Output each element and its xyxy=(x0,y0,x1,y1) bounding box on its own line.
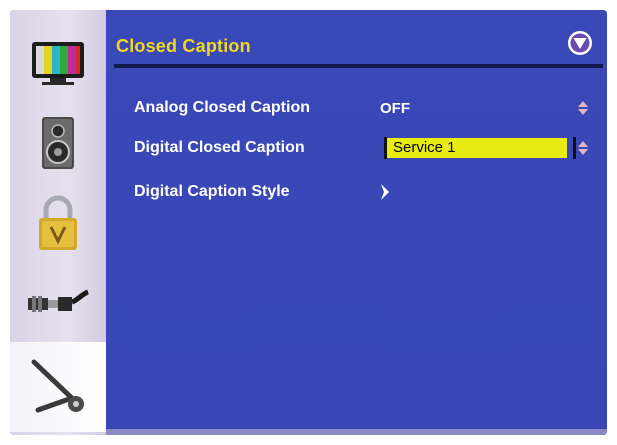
selector-right-bracket xyxy=(573,137,576,159)
menu-item-label: Digital Closed Caption xyxy=(134,139,305,156)
cable-connector-icon xyxy=(28,289,89,312)
menu-item-value: OFF xyxy=(380,99,410,117)
chevron-right-icon[interactable] xyxy=(380,183,390,201)
vizio-logo-icon xyxy=(568,31,592,55)
menu-item-label: Digital Caption Style xyxy=(134,183,290,200)
up-down-arrows-icon[interactable] xyxy=(577,100,589,116)
up-down-arrows-icon[interactable] xyxy=(577,140,589,156)
sidebar-item-picture[interactable] xyxy=(10,22,106,104)
menu-item-digital-closed-caption[interactable]: Digital Closed Caption Service 1 xyxy=(134,135,595,161)
menu-item-digital-caption-style[interactable]: Digital Caption Style xyxy=(134,179,595,205)
speaker-audio-icon xyxy=(42,117,74,169)
tv-picture-icon xyxy=(32,42,84,85)
menu-sidebar xyxy=(10,10,106,435)
page-title: Closed Caption xyxy=(116,36,251,56)
padlock-parental-icon xyxy=(39,195,77,250)
tv-menu-screen: Closed Caption Analog Closed Caption OFF… xyxy=(10,10,607,435)
sidebar-item-setup[interactable] xyxy=(10,342,106,432)
menu-item-label: Analog Closed Caption xyxy=(134,99,310,116)
sidebar-item-input[interactable] xyxy=(10,262,106,344)
menu-item-analog-closed-caption[interactable]: Analog Closed Caption OFF xyxy=(134,95,595,121)
service-selector[interactable]: Service 1 xyxy=(380,136,580,160)
sidebar-item-audio[interactable] xyxy=(10,102,106,184)
header-divider xyxy=(114,64,603,68)
closed-caption-panel: Closed Caption Analog Closed Caption OFF… xyxy=(106,10,607,435)
selected-value-field[interactable]: Service 1 xyxy=(387,138,567,158)
tools-setup-icon xyxy=(31,359,84,413)
panel-bottom-edge xyxy=(106,429,607,435)
sidebar-item-parental[interactable] xyxy=(10,182,106,264)
